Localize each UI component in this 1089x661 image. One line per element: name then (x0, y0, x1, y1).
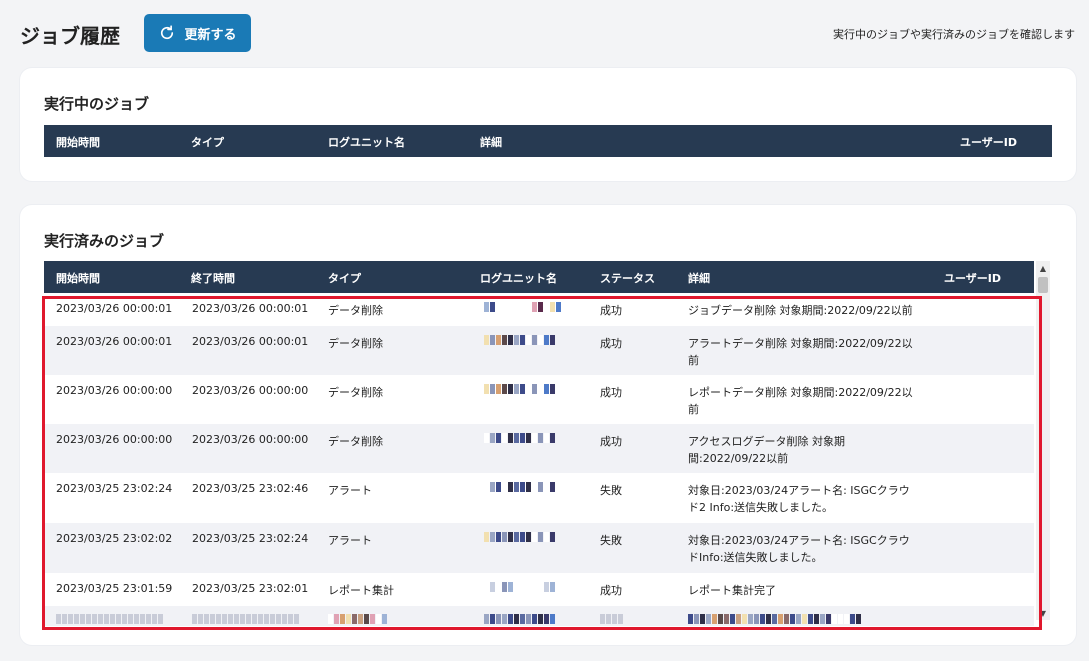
cell-detail: レポートデータ削除 対象期間:2022/09/22以前 (688, 386, 913, 416)
cell-start-time: 2023/03/25 23:01:59 (56, 582, 173, 595)
redacted-detail (688, 614, 861, 624)
column-header-start-time[interactable]: 開始時間 (56, 270, 100, 286)
cell-status: 成功 (600, 337, 622, 350)
cell-status: 成功 (600, 584, 622, 597)
cell-detail: ジョブデータ削除 対象期間:2022/09/22以前 (688, 304, 913, 317)
table-scrollbar[interactable]: ▲ ▼ (1036, 261, 1050, 620)
cell-end-time: 2023/03/26 00:00:01 (192, 335, 309, 348)
column-header-detail[interactable]: 詳細 (480, 134, 502, 150)
redacted-log-unit (484, 302, 561, 312)
completed-jobs-table-header: 開始時間 終了時間 タイプ ログユニット名 ステータス 詳細 ユーザーID (44, 261, 1034, 293)
cell-status: 成功 (600, 386, 622, 399)
page-title: ジョブ履歴 (20, 24, 120, 48)
table-row[interactable]: 2023/03/26 00:00:00 2023/03/26 00:00:00 … (44, 375, 1034, 424)
cell-detail: アラートデータ削除 対象期間:2022/09/22以前 (688, 337, 913, 367)
completed-jobs-title: 実行済みのジョブ (44, 232, 165, 250)
cell-start-time: 2023/03/26 00:00:01 (56, 302, 173, 315)
running-jobs-card: 実行中のジョブ 開始時間 タイプ ログユニット名 詳細 ユーザーID (20, 68, 1076, 181)
cell-type: データ削除 (328, 435, 383, 448)
column-header-log-unit[interactable]: ログユニット名 (480, 270, 557, 286)
cell-start-time: 2023/03/25 23:02:02 (56, 532, 173, 545)
cell-end-time: 2023/03/26 00:00:00 (192, 433, 309, 446)
cell-start-time: 2023/03/26 00:00:00 (56, 384, 173, 397)
completed-jobs-table-body: 2023/03/26 00:00:01 2023/03/26 00:00:01 … (44, 293, 1034, 626)
cell-end-time: 2023/03/25 23:02:24 (192, 532, 309, 545)
cell-status: 失敗 (600, 484, 622, 497)
cell-start-time: 2023/03/26 00:00:00 (56, 433, 173, 446)
redacted-start-time (56, 614, 163, 624)
refresh-icon (161, 25, 174, 40)
table-row[interactable]: 2023/03/26 00:00:00 2023/03/26 00:00:00 … (44, 424, 1034, 473)
cell-status: 失敗 (600, 534, 622, 547)
redacted-log-unit (484, 582, 555, 592)
column-header-status[interactable]: ステータス (600, 270, 655, 286)
cell-type: データ削除 (328, 386, 383, 399)
table-row[interactable]: 2023/03/26 00:00:01 2023/03/26 00:00:01 … (44, 326, 1034, 375)
column-header-end-time[interactable]: 終了時間 (191, 270, 235, 286)
redacted-status (600, 614, 623, 624)
scroll-down-arrow-icon[interactable]: ▼ (1036, 606, 1050, 620)
cell-detail: レポート集計完了 (688, 584, 776, 597)
cell-status: 成功 (600, 435, 622, 448)
column-header-type[interactable]: タイプ (328, 270, 361, 286)
redacted-end-time (192, 614, 299, 624)
running-jobs-table-header: 開始時間 タイプ ログユニット名 詳細 ユーザーID (44, 125, 1052, 157)
redacted-type (328, 614, 387, 624)
cell-type: データ削除 (328, 337, 383, 350)
cell-end-time: 2023/03/25 23:02:01 (192, 582, 309, 595)
column-header-detail[interactable]: 詳細 (688, 270, 710, 286)
table-row[interactable]: 2023/03/25 23:02:02 2023/03/25 23:02:24 … (44, 523, 1034, 573)
column-header-type[interactable]: タイプ (191, 134, 224, 150)
redacted-log-unit (484, 532, 555, 542)
refresh-button[interactable]: 更新する (144, 14, 251, 52)
cell-detail: 対象日:2023/03/24アラート名: ISGCクラウドInfo:送信失敗しま… (688, 534, 910, 564)
cell-type: アラート (328, 534, 372, 547)
cell-type: レポート集計 (328, 584, 394, 597)
cell-start-time: 2023/03/26 00:00:01 (56, 335, 173, 348)
page-description: 実行中のジョブや実行済みのジョブを確認します (833, 28, 1075, 41)
redacted-log-unit (484, 433, 555, 443)
column-header-log-unit[interactable]: ログユニット名 (328, 134, 405, 150)
completed-jobs-card: 実行済みのジョブ 開始時間 終了時間 タイプ ログユニット名 ステータス 詳細 … (20, 205, 1076, 645)
cell-type: アラート (328, 484, 372, 497)
cell-type: データ削除 (328, 304, 383, 317)
scrollbar-thumb[interactable] (1038, 277, 1048, 293)
cell-detail: アクセスログデータ削除 対象期間:2022/09/22以前 (688, 435, 845, 465)
cell-end-time: 2023/03/26 00:00:01 (192, 302, 309, 315)
scroll-up-arrow-icon[interactable]: ▲ (1036, 261, 1050, 275)
running-jobs-title: 実行中のジョブ (44, 95, 150, 113)
redacted-log-unit (484, 335, 555, 345)
cell-start-time: 2023/03/25 23:02:24 (56, 482, 173, 495)
refresh-button-label: 更新する (184, 27, 237, 43)
cell-detail: 対象日:2023/03/24アラート名: ISGCクラウド2 Info:送信失敗… (688, 484, 910, 514)
redacted-log-unit (484, 384, 555, 394)
table-row[interactable]: 2023/03/25 23:01:59 2023/03/25 23:02:01 … (44, 573, 1034, 606)
column-header-user-id[interactable]: ユーザーID (960, 134, 1017, 150)
redacted-log-unit (484, 614, 555, 624)
table-row[interactable]: 2023/03/26 00:00:01 2023/03/26 00:00:01 … (44, 293, 1034, 326)
cell-status: 成功 (600, 304, 622, 317)
column-header-user-id[interactable]: ユーザーID (944, 270, 1001, 286)
cell-end-time: 2023/03/25 23:02:46 (192, 482, 309, 495)
table-row[interactable]: 2023/03/25 23:02:24 2023/03/25 23:02:46 … (44, 473, 1034, 523)
table-row-redacted[interactable] (44, 606, 1034, 626)
column-header-start-time[interactable]: 開始時間 (56, 134, 100, 150)
redacted-log-unit (484, 482, 555, 492)
cell-end-time: 2023/03/26 00:00:00 (192, 384, 309, 397)
